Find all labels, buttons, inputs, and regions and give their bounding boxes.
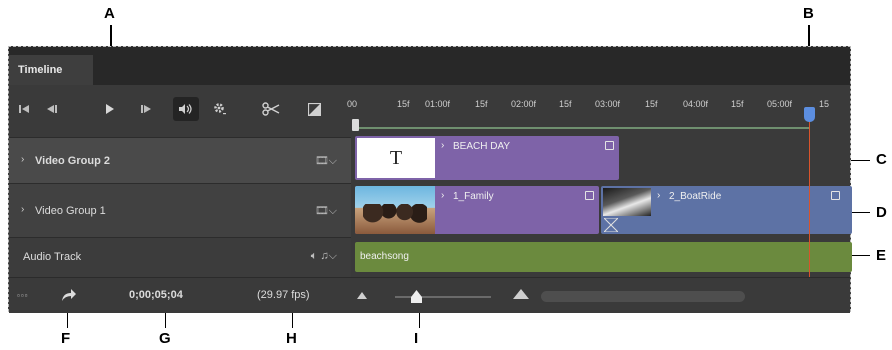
zoom-slider-track[interactable] (395, 296, 491, 298)
timeline-bottom-bar: ▫▫▫ 0;00;05;04 (29.97 fps) (9, 277, 850, 313)
track-header-audio[interactable]: Audio Track 🔈︎ ♫⌵ (9, 237, 351, 277)
callout-b: B (803, 5, 814, 22)
clip-title-1-family: 1_Family (453, 191, 494, 202)
clip-2-boatride[interactable]: › 2_BoatRide (601, 186, 852, 234)
zoom-in-icon[interactable] (513, 289, 529, 299)
next-frame-button[interactable] (137, 97, 155, 121)
film-strip-menu-icon[interactable]: 🎞︎⌵ (315, 204, 337, 218)
next-frame-icon (141, 105, 151, 113)
film-strip-menu-icon[interactable]: 🎞︎⌵ (315, 154, 337, 168)
clip-chevron-icon[interactable]: › (657, 190, 660, 201)
toggle-onion-skin-icon[interactable]: ▫▫▫ (17, 291, 29, 300)
ruler-tick: 15 (819, 99, 830, 109)
callout-d: D (876, 204, 887, 221)
work-area-start-handle[interactable] (352, 119, 359, 131)
transition-button[interactable] (303, 97, 325, 121)
previous-frame-button[interactable] (43, 97, 61, 121)
clip-beachsong[interactable]: beachsong (355, 242, 852, 272)
transition-icon (307, 102, 321, 116)
ruler-tick: 02:00f (511, 99, 537, 109)
clip-menu-icon[interactable] (585, 191, 594, 200)
first-frame-button[interactable] (15, 97, 33, 121)
ruler-tick: 01:00f (425, 99, 451, 109)
text-layer-thumbnail: T (357, 138, 435, 178)
playhead-line (809, 115, 810, 277)
ruler-tick: 15f (645, 99, 658, 109)
ruler-tick: 05:00f (767, 99, 793, 109)
work-area-bar[interactable] (359, 127, 809, 129)
ruler-tick: 15f (397, 99, 410, 109)
timeline-panel: Timeline › Video Group 2 🎞︎⌵ › Video Gro… (8, 46, 852, 313)
callout-i: I (414, 330, 419, 347)
play-button[interactable] (101, 97, 119, 121)
family-figures (363, 204, 427, 230)
ruler-tick: 03:00f (595, 99, 621, 109)
callout-g: G (159, 330, 171, 347)
first-frame-icon (19, 105, 29, 113)
zoom-slider-thumb[interactable] (411, 290, 422, 303)
transition-marker-icon[interactable] (604, 218, 618, 232)
zoom-out-icon[interactable] (357, 292, 367, 299)
audio-track-icons[interactable]: 🔈︎ ♫⌵ (311, 250, 337, 263)
callout-c: C (876, 151, 887, 168)
previous-frame-icon (47, 105, 57, 113)
track-label-video-group-1: Video Group 1 (35, 205, 106, 217)
ruler-tick: 00 (347, 99, 358, 109)
callout-f: F (61, 330, 71, 347)
tab-timeline[interactable]: Timeline (9, 55, 93, 85)
playhead-handle[interactable] (804, 107, 815, 122)
clip-menu-icon[interactable] (605, 141, 614, 150)
render-video-icon[interactable] (61, 288, 77, 302)
gear-icon (214, 103, 226, 115)
clip-title-beach-day: BEACH DAY (453, 141, 511, 152)
mute-audio-button[interactable] (173, 97, 199, 121)
speaker-icon (179, 104, 192, 114)
horizontal-scrollbar[interactable] (541, 291, 745, 302)
callout-a: A (104, 5, 115, 22)
clip-chevron-icon[interactable]: › (441, 190, 444, 201)
ruler-tick: 15f (559, 99, 572, 109)
time-ruler[interactable]: 00 15f 01:00f 15f 02:00f 15f 03:00f 15f … (347, 85, 850, 137)
ruler-tick: 15f (475, 99, 488, 109)
callout-e: E (876, 247, 887, 264)
split-at-playhead-button[interactable] (259, 97, 283, 121)
clip-title-beachsong: beachsong (360, 251, 409, 262)
ruler-tick: 04:00f (683, 99, 709, 109)
text-layer-t-icon: T (389, 146, 403, 169)
scissors-icon (262, 102, 280, 116)
chevron-right-icon[interactable]: › (21, 154, 24, 165)
clip-1-family[interactable]: › 1_Family (355, 186, 599, 234)
callout-h: H (286, 330, 297, 347)
chevron-right-icon[interactable]: › (21, 204, 24, 215)
track-label-video-group-2: Video Group 2 (35, 155, 110, 167)
clip-menu-icon[interactable] (831, 191, 840, 200)
track-label-audio: Audio Track (23, 251, 82, 263)
ruler-tick: 15f (731, 99, 744, 109)
clip-chevron-icon[interactable]: › (441, 140, 444, 151)
panel-tab-bar: Timeline (9, 47, 850, 85)
track-header-video-group-2[interactable]: › Video Group 2 🎞︎⌵ (9, 137, 351, 183)
current-timecode[interactable]: 0;00;05;04 (129, 289, 183, 301)
family-thumbnail (355, 186, 435, 234)
playback-controls (9, 85, 351, 137)
clip-title-2-boatride: 2_BoatRide (669, 191, 722, 202)
frame-rate-label: (29.97 fps) (257, 289, 310, 301)
boatride-thumbnail (603, 188, 651, 216)
play-icon (106, 104, 114, 114)
clip-beach-day[interactable]: T › BEACH DAY (355, 136, 619, 180)
playback-settings-button[interactable] (209, 97, 231, 121)
track-header-video-group-1[interactable]: › Video Group 1 🎞︎⌵ (9, 183, 351, 237)
